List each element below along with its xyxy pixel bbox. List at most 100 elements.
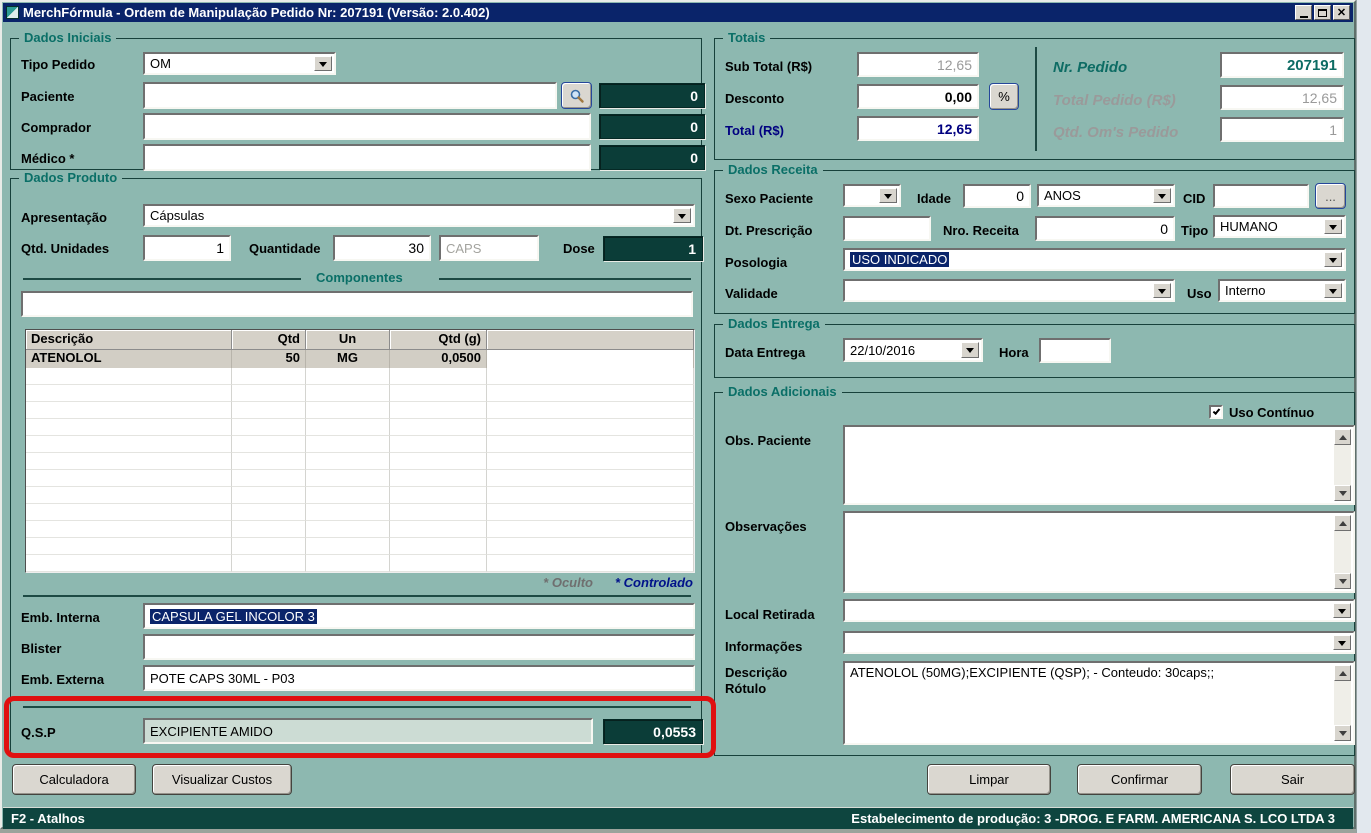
component-row-selected[interactable]: ATENOLOL 50 MG 0,0500 [26, 350, 694, 368]
total-label: Total (R$) [725, 123, 784, 138]
scroll-up-icon[interactable] [1334, 665, 1351, 681]
nro-receita-label: Nro. Receita [943, 223, 1019, 238]
validade-dropdown-button[interactable] [1153, 283, 1171, 298]
emb-interna-label: Emb. Interna [21, 610, 100, 625]
scroll-down-icon[interactable] [1334, 573, 1351, 589]
scrollbar[interactable] [1334, 665, 1351, 741]
sair-button[interactable]: Sair [1230, 764, 1355, 795]
apresentacao-select[interactable]: Cápsulas [143, 204, 695, 227]
scroll-up-icon[interactable] [1334, 429, 1351, 445]
components-empty-rows[interactable] [26, 368, 694, 572]
informacoes-dropdown-button[interactable] [1333, 635, 1351, 650]
scroll-up-icon[interactable] [1334, 515, 1351, 531]
check-icon [1213, 407, 1221, 415]
validade-label: Validade [725, 286, 778, 301]
tipo-pedido-select[interactable]: OM [143, 52, 336, 75]
qtd-oms-field: 1 [1220, 117, 1344, 142]
limpar-button[interactable]: Limpar [927, 764, 1051, 795]
blister-input[interactable] [143, 634, 695, 660]
sexo-select[interactable] [843, 184, 901, 207]
group-dados-receita: Dados Receita Sexo Paciente Idade 0 ANOS… [714, 170, 1355, 314]
chevron-down-icon [1329, 289, 1337, 298]
informacoes-select[interactable] [843, 631, 1355, 654]
percent-button[interactable]: % [989, 83, 1019, 110]
confirmar-button[interactable]: Confirmar [1077, 764, 1202, 795]
desconto-input[interactable]: 0,00 [857, 84, 979, 109]
comprador-input[interactable] [143, 113, 591, 140]
sexo-label: Sexo Paciente [725, 191, 813, 206]
status-bar: F2 - Atalhos Estabelecimento de produção… [3, 807, 1353, 829]
maximize-icon [1318, 9, 1327, 17]
paciente-input[interactable] [143, 82, 557, 109]
scrollbar[interactable] [1334, 515, 1351, 589]
maximize-button[interactable] [1314, 5, 1331, 20]
emb-interna-input[interactable]: CAPSULA GEL INCOLOR 3 [143, 603, 695, 629]
componentes-legend: Componentes [311, 270, 408, 285]
tipo-pedido-value: OM [150, 56, 171, 71]
uso-continuo-checkbox[interactable] [1209, 405, 1223, 419]
group-dados-entrega: Dados Entrega Data Entrega 22/10/2016 Ho… [714, 324, 1355, 378]
comprador-label: Comprador [21, 120, 91, 135]
scroll-down-icon[interactable] [1334, 485, 1351, 501]
tipo-pedido-dropdown-button[interactable] [314, 56, 332, 71]
qtd-unidades-input[interactable]: 1 [143, 235, 231, 261]
uso-select[interactable]: Interno [1218, 279, 1346, 302]
chevron-down-icon [1338, 609, 1346, 618]
cid-lookup-button[interactable]: ... [1315, 183, 1346, 209]
hora-input[interactable] [1039, 338, 1111, 363]
chevron-down-icon [1329, 258, 1337, 267]
comprador-count-box: 0 [599, 114, 705, 139]
visualizar-custos-button[interactable]: Visualizar Custos [152, 764, 292, 795]
data-entrega-dropdown-button[interactable] [961, 342, 979, 358]
paciente-search-button[interactable] [561, 82, 592, 109]
nro-receita-input[interactable]: 0 [1035, 216, 1175, 241]
apresentacao-dropdown-button[interactable] [673, 208, 691, 223]
desconto-label: Desconto [725, 91, 784, 106]
components-table: Descrição Qtd Un Qtd (g) ATENOLOL 50 MG … [25, 329, 695, 573]
chevron-down-icon [1329, 225, 1337, 234]
obs-paciente-textarea[interactable] [843, 425, 1355, 505]
minimize-button[interactable] [1295, 5, 1312, 20]
observacoes-textarea[interactable] [843, 511, 1355, 593]
quantidade-input[interactable]: 30 [333, 235, 431, 261]
divider [1035, 47, 1037, 151]
group-legend: Dados Receita [723, 162, 823, 177]
informacoes-label: Informações [725, 639, 802, 654]
sexo-dropdown-button[interactable] [879, 188, 897, 203]
cid-input[interactable] [1213, 184, 1309, 208]
idade-unit-select[interactable]: ANOS [1037, 184, 1175, 207]
component-search-input[interactable] [21, 291, 693, 317]
uso-dropdown-button[interactable] [1324, 283, 1342, 298]
validade-select[interactable] [843, 279, 1175, 302]
dt-prescricao-input[interactable] [843, 216, 931, 241]
emb-externa-input[interactable]: POTE CAPS 30ML - P03 [143, 665, 695, 691]
data-entrega-select[interactable]: 22/10/2016 [843, 338, 983, 362]
oculto-note: * Oculto [543, 575, 593, 590]
local-retirada-dropdown-button[interactable] [1333, 603, 1351, 618]
chevron-down-icon [1338, 641, 1346, 650]
background-window-strip [1356, 0, 1371, 833]
local-retirada-select[interactable] [843, 599, 1355, 622]
divider [23, 706, 691, 708]
posologia-select[interactable]: USO INDICADO [843, 248, 1346, 271]
group-dados-adicionais: Dados Adicionais Uso Contínuo Obs. Pacie… [714, 392, 1355, 756]
idade-input[interactable]: 0 [963, 184, 1031, 208]
qsp-qty-box: 0,0553 [603, 719, 703, 744]
tipo-label: Tipo [1181, 223, 1208, 238]
col-qtd-g: Qtd (g) [390, 330, 487, 350]
medico-input[interactable] [143, 144, 591, 171]
tipo-dropdown-button[interactable] [1324, 219, 1342, 234]
descricao-rotulo-textarea[interactable]: ATENOLOL (50MG);EXCIPIENTE (QSP); - Cont… [843, 661, 1355, 745]
scrollbar[interactable] [1334, 429, 1351, 501]
close-button[interactable]: ✕ [1333, 5, 1350, 20]
close-icon: ✕ [1337, 6, 1346, 19]
qsp-label: Q.S.P [21, 725, 56, 740]
posologia-dropdown-button[interactable] [1324, 252, 1342, 267]
group-legend: Dados Produto [19, 170, 122, 185]
tipo-select[interactable]: HUMANO [1213, 215, 1346, 238]
idade-unit-dropdown-button[interactable] [1153, 188, 1171, 203]
col-descricao: Descrição [26, 330, 232, 350]
scroll-down-icon[interactable] [1334, 725, 1351, 741]
uso-label: Uso [1187, 286, 1212, 301]
calculadora-button[interactable]: Calculadora [12, 764, 136, 795]
